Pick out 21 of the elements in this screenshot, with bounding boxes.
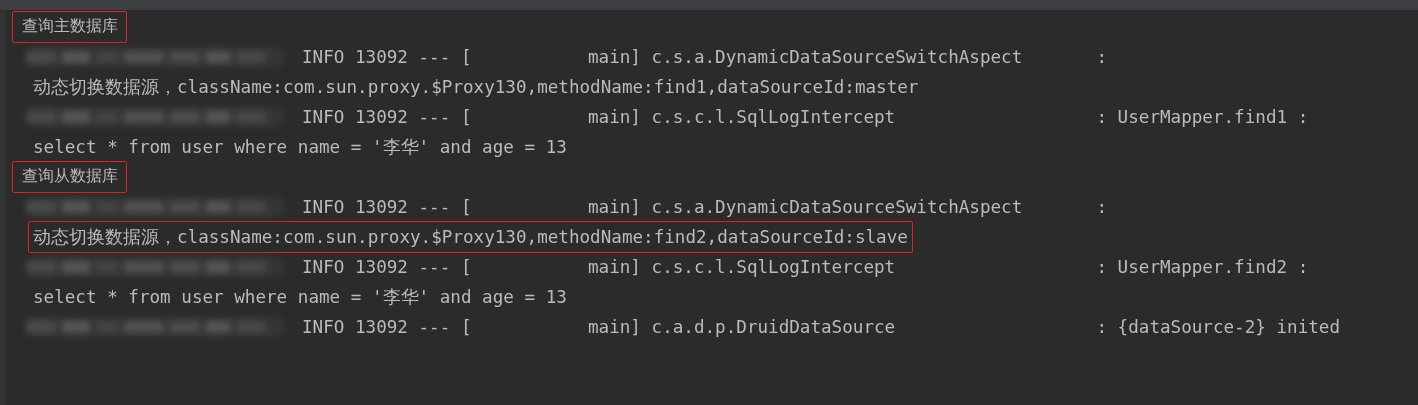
log-message: : [1096, 197, 1107, 217]
log-message: : {dataSource-2} inited [1096, 317, 1341, 337]
logger-name: c.s.c.l.SqlLogIntercept [651, 257, 897, 277]
logger-name: c.s.c.l.SqlLogIntercept [651, 107, 897, 127]
log-header: INFO 13092 --- [ main] [302, 317, 641, 337]
logger-name: c.a.d.p.DruidDataSource [651, 317, 897, 337]
log-message: : UserMapper.find2 : [1096, 257, 1309, 277]
logger-name: c.s.a.DynamicDataSourceSwitchAspect [651, 47, 1024, 67]
annotation-label: 查询主数据库 [12, 11, 127, 43]
log-message: 动态切换数据源，className:com.sun.proxy.$Proxy130,methodName:find1,dataSourceId:master [33, 76, 919, 99]
logger-name: c.s.a.DynamicDataSourceSwitchAspect [651, 197, 1024, 217]
log-header: INFO 13092 --- [ main] [302, 197, 641, 217]
log-header: INFO 13092 --- [ main] [302, 47, 641, 67]
log-header: INFO 13092 --- [ main] [302, 257, 641, 277]
log-message: 动态切换数据源，className:com.sun.proxy.$Proxy130,methodName:find2,dataSourceId:slave [28, 221, 913, 253]
log-message: select * from user where name = '李华' and age = 13 [33, 286, 567, 309]
annotation-label: 查询从数据库 [12, 161, 127, 193]
log-message: select * from user where name = '李华' and age = 13 [33, 136, 567, 159]
log-message: : [1096, 47, 1107, 67]
log-header: INFO 13092 --- [ main] [302, 107, 641, 127]
log-message: : UserMapper.find1 : [1096, 107, 1309, 127]
